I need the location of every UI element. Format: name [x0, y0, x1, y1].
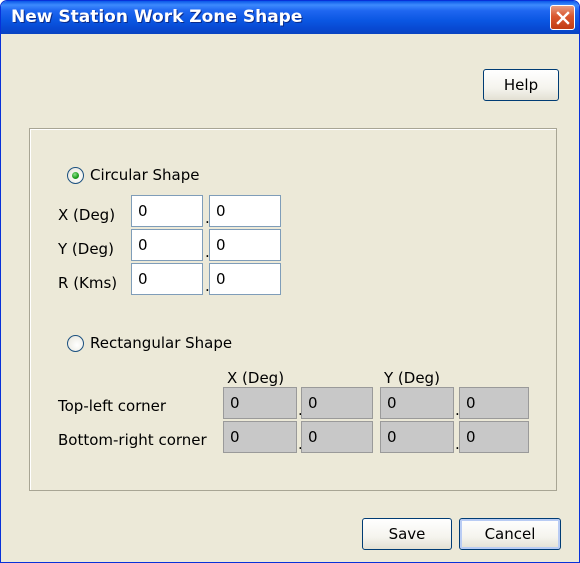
save-button[interactable]: Save	[362, 518, 452, 550]
bottom-right-x-int-field[interactable]: 0	[223, 421, 297, 453]
help-button[interactable]: Help	[483, 69, 559, 101]
radio-button-icon	[67, 334, 84, 352]
top-left-x-frac-field[interactable]: 0	[301, 387, 373, 419]
bottom-right-corner-label: Bottom-right corner	[58, 431, 207, 449]
circular-y-label: Y (Deg)	[58, 240, 114, 258]
top-left-corner-label: Top-left corner	[58, 397, 167, 415]
circular-r-int-field[interactable]: 0	[131, 263, 203, 295]
circular-shape-radio[interactable]: Circular Shape	[67, 166, 200, 184]
circular-y-int-field[interactable]: 0	[131, 229, 203, 261]
top-left-y-int-field[interactable]: 0	[380, 387, 454, 419]
close-icon	[555, 10, 570, 25]
dialog-window: New Station Work Zone Shape Help Circula…	[0, 0, 580, 563]
cancel-button[interactable]: Cancel	[459, 518, 561, 550]
circular-y-frac-field[interactable]: 0	[209, 229, 281, 261]
x-deg-header: X (Deg)	[227, 369, 285, 387]
circular-x-frac-field[interactable]: 0	[209, 195, 281, 227]
bottom-right-y-int-field[interactable]: 0	[380, 421, 454, 453]
circular-x-label: X (Deg)	[58, 206, 116, 224]
rectangular-shape-radio[interactable]: Rectangular Shape	[67, 334, 232, 352]
y-deg-header: Y (Deg)	[384, 369, 440, 387]
top-left-x-int-field[interactable]: 0	[223, 387, 297, 419]
window-title: New Station Work Zone Shape	[11, 7, 303, 27]
circular-r-label: R (Kms)	[58, 274, 118, 292]
circular-x-int-field[interactable]: 0	[131, 195, 203, 227]
circular-r-frac-field[interactable]: 0	[209, 263, 281, 295]
rectangular-shape-label: Rectangular Shape	[90, 334, 233, 352]
radio-button-icon	[67, 166, 84, 184]
bottom-right-x-frac-field[interactable]: 0	[301, 421, 373, 453]
bottom-right-y-frac-field[interactable]: 0	[459, 421, 529, 453]
top-left-y-frac-field[interactable]: 0	[459, 387, 529, 419]
title-bar[interactable]: New Station Work Zone Shape	[1, 1, 579, 34]
radio-selected-dot	[72, 171, 79, 179]
circular-shape-label: Circular Shape	[90, 166, 200, 184]
close-button[interactable]	[550, 5, 575, 30]
